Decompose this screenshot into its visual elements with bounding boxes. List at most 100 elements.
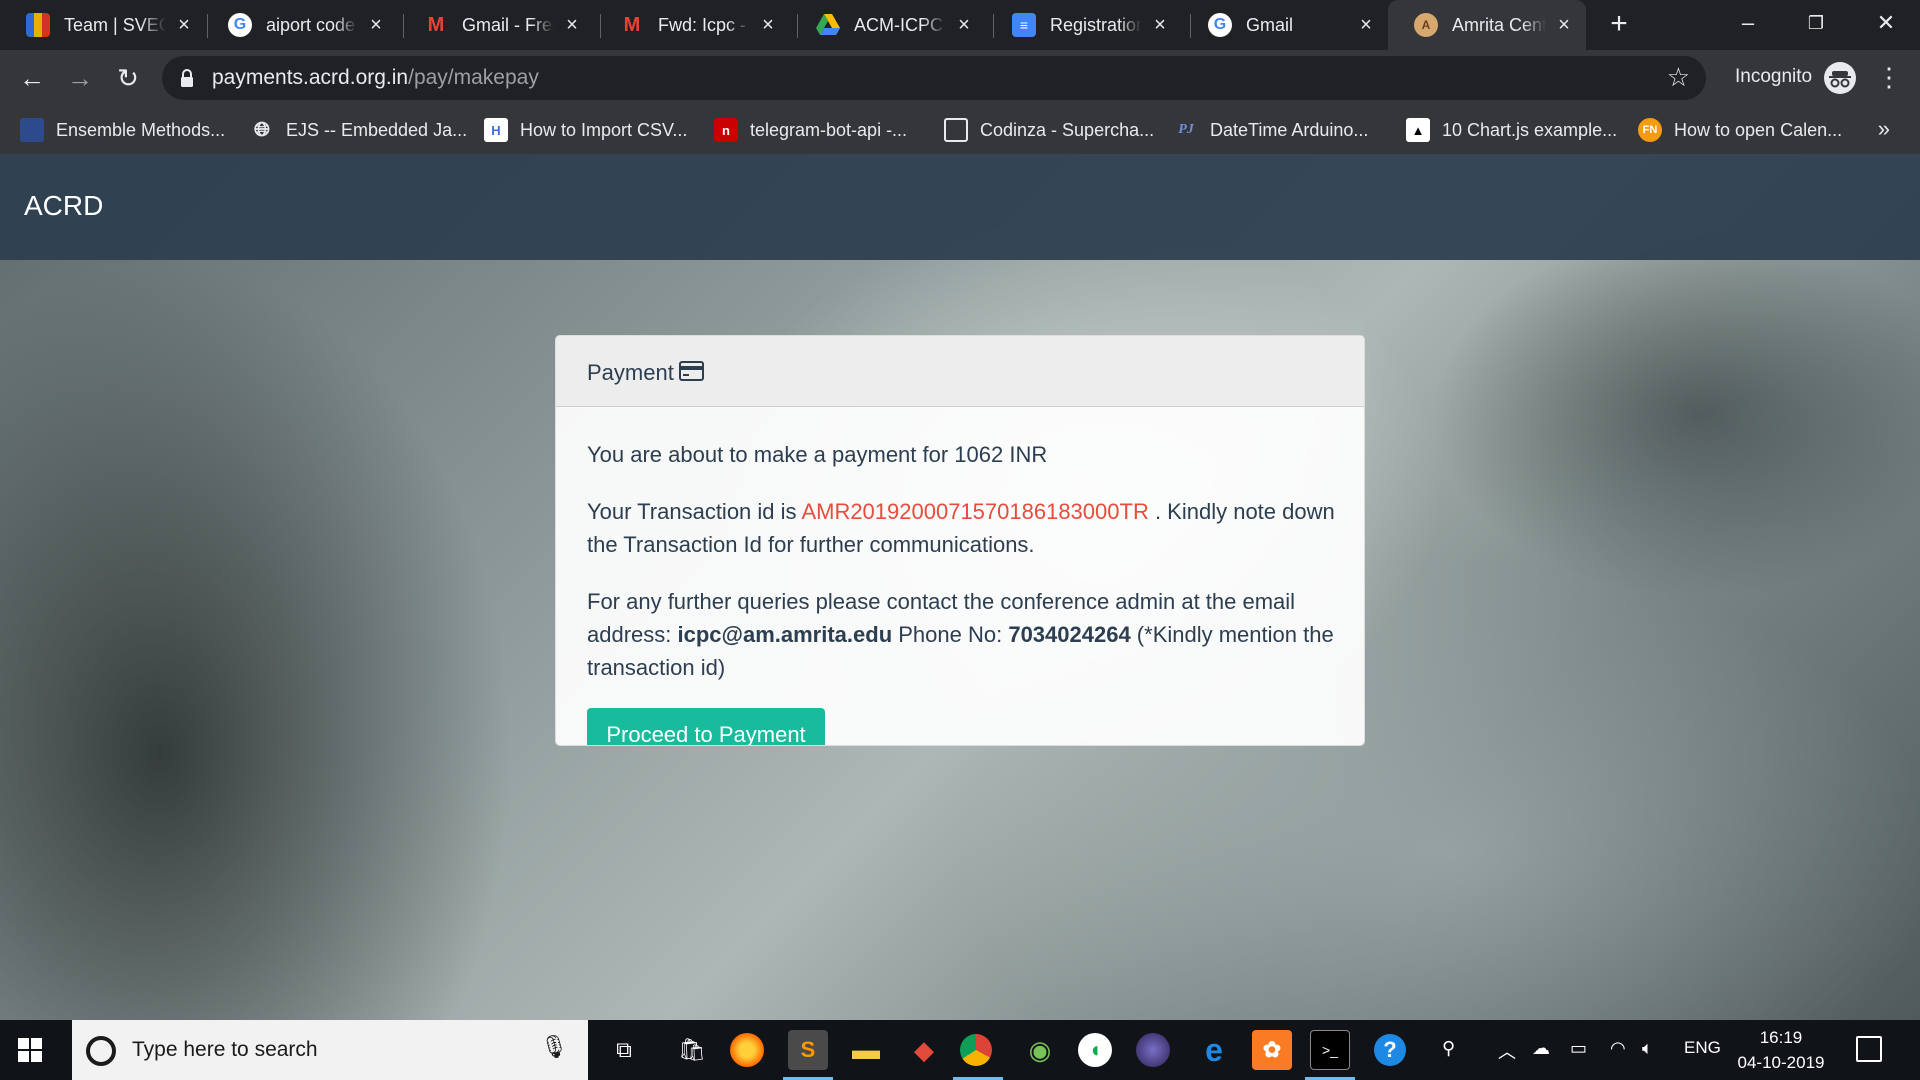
fn-icon: FN: [1638, 118, 1662, 142]
bookmark-ensemble[interactable]: Ensemble Methods...: [20, 116, 225, 144]
chrome-icon[interactable]: [960, 1034, 992, 1066]
gmail-icon: M: [623, 13, 641, 36]
url-text: payments.acrd.org.in/pay/makepay: [212, 66, 539, 90]
tab-amrita-active[interactable]: A Amrita Centr ×: [1388, 0, 1586, 50]
bookmark-chartjs[interactable]: ▲ 10 Chart.js example...: [1406, 116, 1617, 144]
close-tab-icon[interactable]: ×: [758, 14, 778, 37]
bookmark-star-icon[interactable]: ☆: [1667, 62, 1690, 93]
store-icon[interactable]: 🛍︎: [672, 1030, 712, 1070]
new-tab-button[interactable]: +: [1604, 9, 1634, 40]
proceed-to-payment-button[interactable]: Proceed to Payment: [587, 708, 825, 745]
contact-email: icpc@am.amrita.edu: [677, 622, 893, 647]
bookmark-datetime[interactable]: PJ DateTime Arduino...: [1174, 116, 1368, 144]
tab-acm-icpc[interactable]: ACM-ICPC - ×: [790, 0, 986, 50]
android-studio-icon[interactable]: ◉: [1020, 1030, 1060, 1070]
transaction-text: Your Transaction id is AMR20192000715701…: [587, 499, 1335, 557]
close-tab-icon[interactable]: ×: [174, 14, 194, 37]
back-button[interactable]: ←: [14, 60, 50, 96]
close-tab-icon[interactable]: ×: [954, 14, 974, 37]
gmail-icon: M: [427, 13, 445, 36]
mongodb-icon[interactable]: ◖: [1078, 1033, 1112, 1067]
browser-menu-icon[interactable]: ⋮: [1876, 62, 1902, 94]
chartjs-icon: ▲: [1406, 118, 1430, 142]
onedrive-icon[interactable]: ☁: [1532, 1038, 1550, 1059]
sublime-text-icon[interactable]: S: [788, 1030, 828, 1070]
people-icon[interactable]: ⚲: [1442, 1038, 1455, 1059]
file-explorer-icon[interactable]: ▬: [846, 1030, 886, 1070]
reload-button[interactable]: ↻: [110, 60, 146, 96]
card-title: Payment: [587, 360, 674, 385]
bookmark-import-csv[interactable]: H How to Import CSV...: [484, 116, 687, 144]
microphone-icon[interactable]: 🎙︎: [540, 1034, 568, 1060]
payment-card: Payment You are about to make a payment …: [555, 335, 1365, 746]
show-hidden-icons[interactable]: ︿: [1498, 1038, 1516, 1064]
transaction-id: AMR2019200071570186183000TR: [801, 499, 1149, 524]
battery-icon[interactable]: ▭: [1570, 1038, 1587, 1059]
language-indicator[interactable]: ENG: [1684, 1038, 1721, 1058]
credit-card-icon: [679, 361, 704, 381]
close-tab-icon[interactable]: ×: [1150, 14, 1170, 37]
bookmark-ejs[interactable]: 🌐︎ EJS -- Embedded Ja...: [250, 116, 467, 144]
tab-registration[interactable]: ≡ Registration ×: [986, 0, 1182, 50]
search-placeholder: Type here to search: [132, 1038, 318, 1061]
tab-team-svec[interactable]: Team | SVEC ×: [0, 0, 206, 50]
xampp-icon[interactable]: ✿: [1252, 1030, 1292, 1070]
site-brand[interactable]: ACRD: [24, 190, 103, 222]
drive-icon: [816, 13, 840, 37]
contact-text: For any further queries please contact t…: [587, 589, 1334, 680]
wifi-icon[interactable]: ◠: [1610, 1038, 1626, 1059]
h-icon: H: [484, 118, 508, 142]
google-favicon: G: [1208, 13, 1232, 37]
tab-fwd-icpc[interactable]: M Fwd: Icpc - s ×: [594, 0, 790, 50]
minimize-button[interactable]: –: [1728, 6, 1768, 40]
close-tab-icon[interactable]: ×: [1356, 14, 1376, 37]
bookmarks-bar: Ensemble Methods... 🌐︎ EJS -- Embedded J…: [0, 106, 1920, 154]
forward-button[interactable]: →: [62, 60, 98, 96]
edge-icon[interactable]: e: [1194, 1030, 1234, 1070]
action-center-icon[interactable]: [1856, 1036, 1882, 1062]
close-window-button[interactable]: ✕: [1866, 6, 1906, 40]
close-tab-icon[interactable]: ×: [1554, 14, 1574, 37]
site-navbar: ACRD: [0, 154, 1920, 260]
incognito-label: Incognito: [1735, 66, 1813, 87]
bookmark-telegram[interactable]: n telegram-bot-api -...: [714, 116, 907, 144]
windows-start-icon[interactable]: [18, 1038, 42, 1062]
card-body: You are about to make a payment for 1062…: [587, 438, 1347, 708]
codinza-icon: [944, 118, 968, 142]
help-icon[interactable]: ?: [1374, 1034, 1406, 1066]
tab-gmail[interactable]: G Gmail ×: [1182, 0, 1388, 50]
close-tab-icon[interactable]: ×: [366, 14, 386, 37]
lock-icon: [181, 69, 193, 87]
tab-gmail-free[interactable]: M Gmail - Free ×: [398, 0, 594, 50]
bookmark-calendar[interactable]: FN How to open Calen...: [1638, 116, 1842, 144]
tab-airport-code[interactable]: G aiport code l ×: [202, 0, 398, 50]
team-favicon: [26, 13, 50, 37]
incognito-icon[interactable]: [1824, 62, 1856, 94]
cortana-icon: [86, 1036, 116, 1066]
npm-icon: n: [714, 118, 738, 142]
task-view-icon[interactable]: ⧉: [604, 1030, 644, 1070]
eclipse-icon[interactable]: [1136, 1033, 1170, 1067]
pjrc-icon: PJ: [1178, 122, 1194, 137]
page-content: ACRD Payment You are about to make a pay…: [0, 154, 1920, 1020]
firefox-icon[interactable]: [730, 1033, 764, 1067]
clock-time: 16:19: [1759, 1028, 1803, 1047]
volume-icon[interactable]: 🔈︎: [1642, 1038, 1653, 1059]
contact-phone: 7034024264: [1008, 622, 1131, 647]
system-clock[interactable]: 16:19 04-10-2019: [1736, 1025, 1826, 1075]
terminal-icon[interactable]: >_: [1310, 1030, 1350, 1070]
git-icon[interactable]: ◆: [904, 1030, 944, 1070]
restore-button[interactable]: ❐: [1796, 6, 1836, 40]
globe-icon: 🌐︎: [254, 118, 270, 141]
url-domain: payments.acrd.org.in: [212, 66, 409, 89]
close-tab-icon[interactable]: ×: [562, 14, 582, 37]
card-header: Payment: [556, 336, 1364, 407]
tab-strip: Team | SVEC × G aiport code l × M Gmail …: [0, 0, 1920, 50]
bookmark-codinza[interactable]: Codinza - Supercha...: [944, 116, 1154, 144]
more-bookmarks-icon[interactable]: »: [1878, 116, 1890, 142]
google-favicon: G: [228, 13, 252, 37]
windows-taskbar: Type here to search 🎙︎ ⧉ 🛍︎ S ▬ ◆ ◉ ◖ e …: [0, 1020, 1920, 1080]
url-path: /pay/makepay: [408, 66, 539, 89]
address-bar[interactable]: payments.acrd.org.in/pay/makepay ☆: [162, 56, 1706, 100]
taskbar-search-box[interactable]: Type here to search 🎙︎: [72, 1020, 588, 1080]
